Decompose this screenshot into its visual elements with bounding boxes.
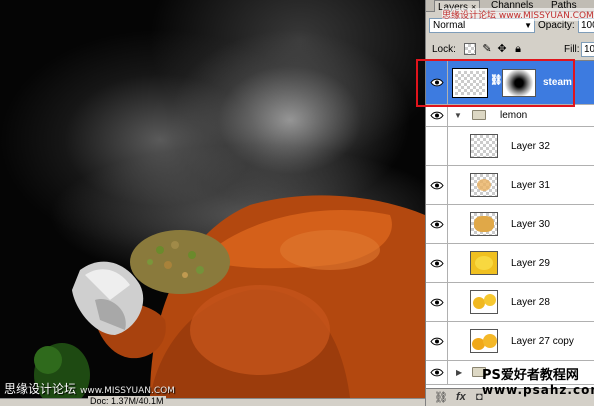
layer-thumbnail[interactable]	[470, 251, 498, 275]
layer-row-28[interactable]: Layer 28	[426, 283, 594, 322]
layer-thumbnail[interactable]	[470, 173, 498, 197]
visibility-eye-icon[interactable]	[426, 166, 448, 204]
layer-thumbnail[interactable]	[470, 290, 498, 314]
bottom-watermark-site: www.psahz.com	[482, 383, 594, 397]
visibility-eye-icon[interactable]	[426, 105, 448, 126]
layer-name[interactable]: Layer 27 copy	[511, 336, 574, 347]
bottom-watermark: PS爱好者教程网 www.psahz.com	[482, 368, 594, 398]
status-bar: Doc: 1.37M/40.1M	[0, 396, 425, 406]
watermark-text: 思缘设计论坛	[4, 382, 77, 396]
top-watermark: 思缘设计论坛 www.MISSYUAN.COM	[442, 8, 594, 21]
layer-name[interactable]: Layer 29	[511, 258, 550, 269]
layer-row-27-copy[interactable]: Layer 27 copy	[426, 322, 594, 361]
visibility-eye-empty[interactable]	[426, 127, 448, 165]
layer-name[interactable]: Layer 30	[511, 219, 550, 230]
expand-triangle-icon[interactable]: ▼	[454, 111, 462, 120]
lock-brush-icon[interactable]: ✎	[481, 43, 493, 55]
watermark-site: www.MISSYUAN.COM	[80, 386, 175, 396]
bottom-watermark-text: PS爱好者教程网	[482, 368, 579, 383]
fill-label: Fill:	[564, 44, 580, 55]
opacity-label: Opacity:	[538, 20, 575, 31]
doc-size-readout[interactable]: Doc: 1.37M/40.1M	[88, 396, 166, 406]
fill-field[interactable]: 100%	[581, 42, 594, 57]
visibility-eye-icon[interactable]	[426, 244, 448, 282]
layer-row-31[interactable]: Layer 31	[426, 166, 594, 205]
lock-all-icon[interactable]: 🔒︎	[512, 43, 524, 55]
layer-thumbnail[interactable]	[470, 329, 498, 353]
layers-list: ⛓ steam ▼ lemon Layer 32 Layer 31 Layer …	[426, 60, 594, 388]
visibility-eye-icon[interactable]	[426, 283, 448, 321]
layer-name[interactable]: Layer 32	[511, 141, 550, 152]
layer-thumbnail[interactable]	[470, 212, 498, 236]
blend-mode-value: Normal	[433, 20, 466, 31]
layer-row-32[interactable]: Layer 32	[426, 127, 594, 166]
layer-row-29[interactable]: Layer 29	[426, 244, 594, 283]
visibility-eye-icon[interactable]	[426, 322, 448, 360]
layer-row-30[interactable]: Layer 30	[426, 205, 594, 244]
link-layers-icon[interactable]: ⛓	[434, 391, 448, 404]
highlight-box	[416, 59, 575, 107]
lock-move-icon[interactable]: ✥	[496, 43, 508, 55]
lock-transparency-icon[interactable]	[464, 43, 476, 55]
folder-icon	[472, 110, 486, 120]
lock-row: Lock: ✎ ✥ 🔒︎ Fill: 100%	[426, 42, 594, 58]
layer-thumbnail[interactable]	[470, 134, 498, 158]
turkey-artwork	[34, 195, 425, 398]
layer-group-lemon[interactable]: ▼ lemon	[426, 105, 594, 127]
canvas-watermark: 思缘设计论坛 www.MISSYUAN.COM	[4, 380, 175, 397]
visibility-eye-icon[interactable]	[426, 205, 448, 243]
expand-triangle-icon[interactable]: ▶	[456, 368, 462, 377]
fx-icon[interactable]: fx	[456, 391, 466, 403]
layer-name[interactable]: Layer 28	[511, 297, 550, 308]
lock-label: Lock:	[432, 44, 456, 55]
document-canvas[interactable]: 思缘设计论坛 www.MISSYUAN.COM	[0, 0, 425, 398]
layer-name[interactable]: lemon	[500, 110, 527, 121]
layer-name[interactable]: Layer 31	[511, 180, 550, 191]
visibility-eye-icon[interactable]	[426, 361, 448, 384]
